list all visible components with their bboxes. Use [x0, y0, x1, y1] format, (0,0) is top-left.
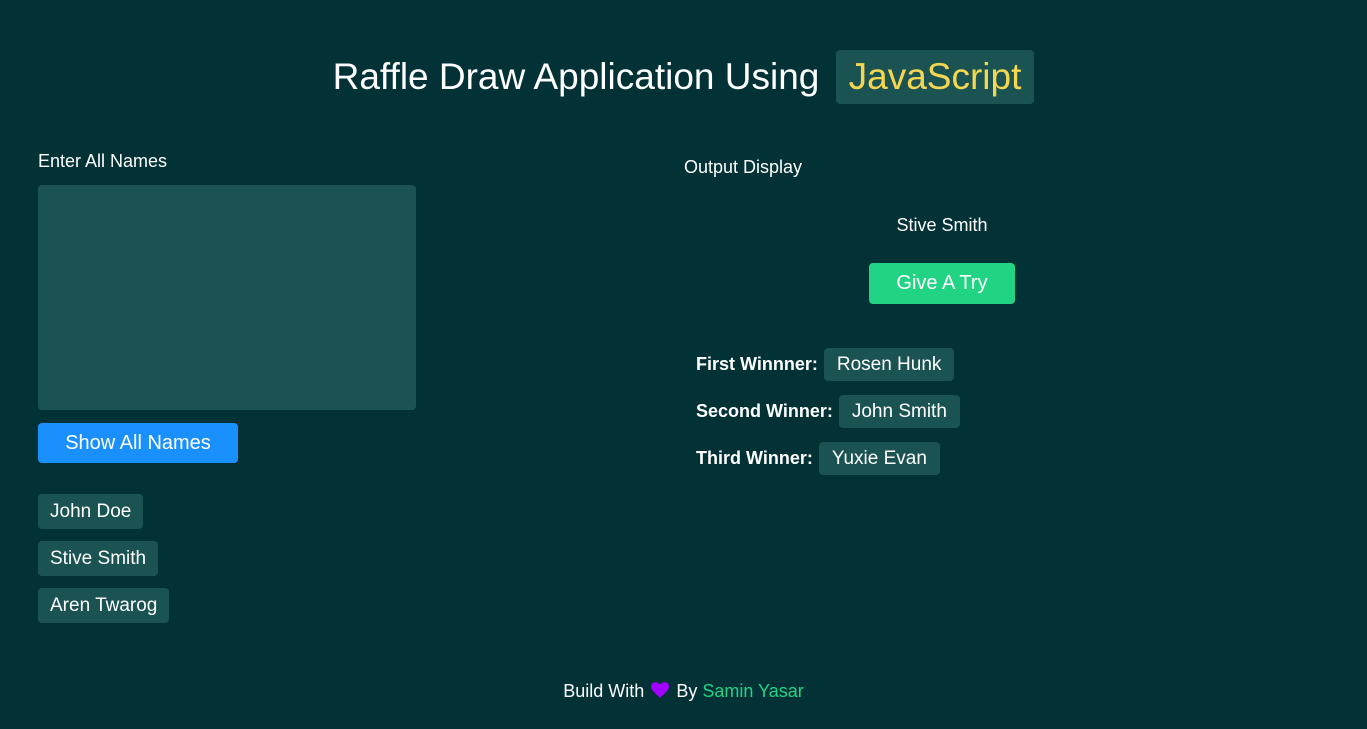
winner-label: Third Winner:: [696, 448, 813, 468]
page-title: Raffle Draw Application Using JavaScript: [0, 48, 1367, 105]
names-input[interactable]: [38, 185, 416, 410]
page-title-text: Raffle Draw Application Using: [332, 56, 820, 98]
page-title-highlight: JavaScript: [835, 50, 1035, 105]
footer-prefix: Build With: [563, 681, 645, 701]
heart-icon: [651, 682, 670, 703]
show-all-names-button[interactable]: Show All Names: [38, 423, 238, 463]
list-item: Aren Twarog: [38, 588, 170, 623]
winner-label: Second Winner:: [696, 401, 833, 421]
list-item: John Doe: [38, 494, 144, 529]
enter-names-label: Enter All Names: [38, 151, 168, 171]
winner-row-second: Second Winner: John Smith: [696, 395, 960, 428]
winners-list: First Winnner: Rosen Hunk Second Winner:…: [696, 348, 960, 489]
output-display-label: Output Display: [684, 157, 803, 177]
give-a-try-button[interactable]: Give A Try: [869, 263, 1015, 304]
footer-middle: By: [676, 681, 698, 701]
winner-row-first: First Winnner: Rosen Hunk: [696, 348, 960, 381]
names-list: John Doe Stive Smith Aren Twarog: [38, 494, 170, 635]
winner-name: John Smith: [838, 395, 960, 428]
winner-row-third: Third Winner: Yuxie Evan: [696, 442, 960, 475]
current-name-display: Stive Smith: [896, 215, 988, 235]
raffle-draw-page: Raffle Draw Application Using JavaScript…: [0, 0, 1367, 729]
winner-name: Rosen Hunk: [823, 348, 955, 381]
winner-name: Yuxie Evan: [818, 442, 940, 475]
list-item: Stive Smith: [38, 541, 159, 576]
author-link[interactable]: Samin Yasar: [702, 681, 803, 701]
footer: Build With By Samin Yasar: [0, 681, 1367, 703]
winner-label: First Winnner:: [696, 354, 818, 374]
